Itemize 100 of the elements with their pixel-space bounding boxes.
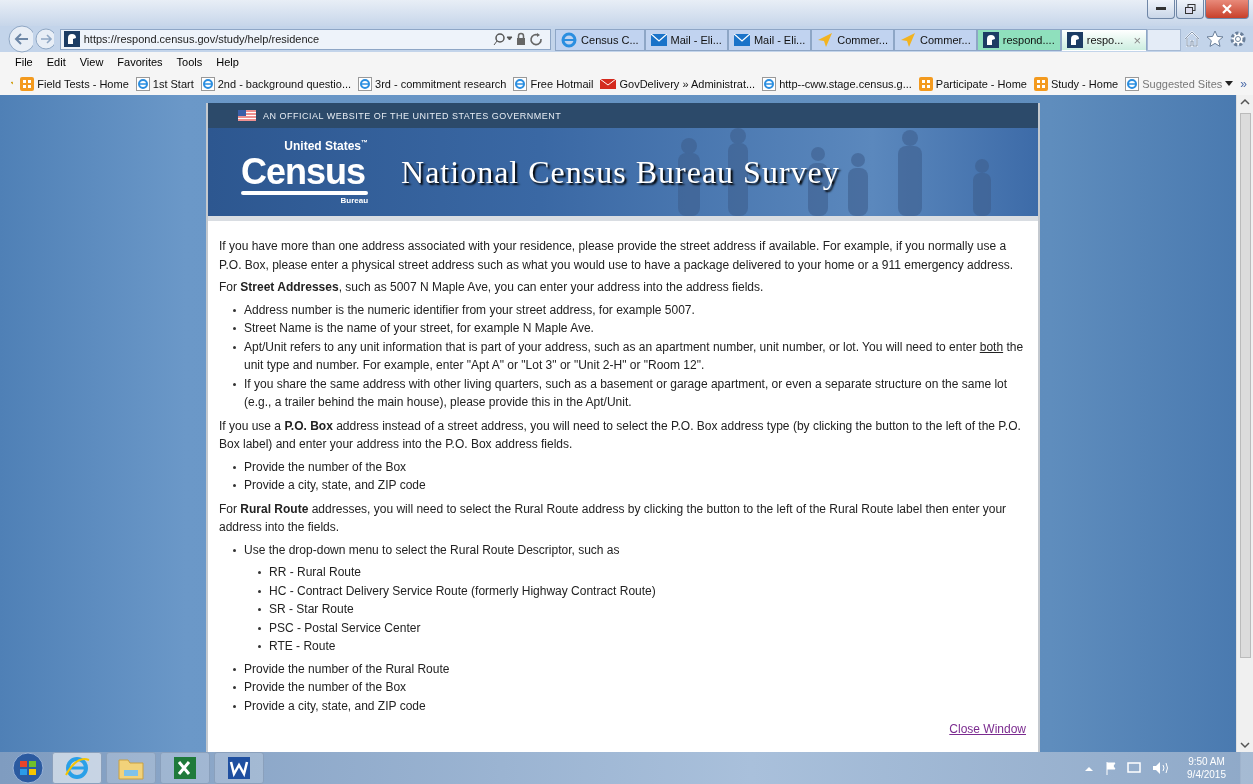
bullet-icon <box>233 667 236 671</box>
close-window-link[interactable]: Close Window <box>949 720 1026 739</box>
bullet-icon <box>233 327 236 330</box>
favorites-link[interactable]: Participate - Home <box>918 76 1027 91</box>
bullet-icon <box>258 608 261 611</box>
paragraph: If you have more than one address associated with your residence, please provide the street address if available. For example, if you normally use a P.O. Box, please enter a physical street address such as what you would use to have a package delivered to your home or a 911 emergency address. <box>219 238 1014 274</box>
close-button[interactable] <box>1205 0 1249 19</box>
bullet-icon <box>233 345 236 349</box>
page-e-icon <box>1125 76 1140 91</box>
page-e-icon <box>358 76 373 91</box>
address-tools-icon[interactable] <box>492 32 545 46</box>
bullet-icon <box>233 308 236 312</box>
browser-tab[interactable]: Commer... <box>894 29 977 51</box>
scrollbar[interactable] <box>1236 95 1253 752</box>
taskbar-document-button[interactable] <box>214 752 264 784</box>
site-icon <box>982 32 999 48</box>
grid-icon <box>20 76 35 91</box>
browser-tab[interactable]: Mail - Eli... <box>727 29 812 51</box>
list-item-text: RR - Rural Route <box>269 564 362 581</box>
minimize-icon <box>1156 7 1166 11</box>
list-item-text: If you share the same address with other living quarters, such as a basement or garage apartment, or even a separate structure on the same lot (e.g., a trailer behind the main house), please provide this in the Apt/Unit. <box>244 375 1009 411</box>
favorites-link[interactable]: Free Hotmail <box>513 76 594 91</box>
browser-tab[interactable]: respo... × <box>1060 29 1147 51</box>
taskbar-browser-button[interactable] <box>52 752 102 784</box>
bullet-icon <box>258 645 261 648</box>
restore-button[interactable] <box>1176 0 1204 19</box>
menu-item[interactable]: Edit <box>46 56 66 68</box>
favorites-link[interactable]: Field Tests - Home <box>20 76 129 91</box>
paragraph: If you use a P.O. Box address instead of a street address, you will need to select the P.O. Box address type (by clicking the button to the left of the P.O. Box label) and enter your address into the P.O. Box address fields. <box>219 417 1022 453</box>
list-item-text: Provide the number of the Rural Route <box>244 660 450 678</box>
bullet-icon <box>233 704 236 708</box>
page-title: National Census Bureau Survey <box>401 153 840 191</box>
arrow-icon <box>900 32 916 48</box>
scrollbar-thumb[interactable] <box>1239 113 1251 658</box>
dropdown-caret-icon <box>1225 81 1234 86</box>
list-item-text: Address number is the numeric identifier from your street address, for example 5007. <box>244 301 695 319</box>
forward-button[interactable] <box>34 28 54 50</box>
more-favorites-button[interactable]: » <box>1240 76 1253 91</box>
menu-item[interactable]: View <box>79 56 104 68</box>
list-item-text: SR - Star Route <box>269 601 354 618</box>
bullet-icon <box>233 548 236 552</box>
favorites-link[interactable]: 3rd - commitment research <box>358 76 507 91</box>
browser-tab[interactable]: respond.... <box>976 29 1061 51</box>
favorites-link[interactable]: Study - Home <box>1033 76 1119 91</box>
favorites-link[interactable]: 2nd - background questio... <box>200 76 352 91</box>
home-icon[interactable] <box>1183 30 1201 48</box>
list-item-text: Use the drop-down menu to select the Rural Route Descriptor, such as <box>244 541 620 559</box>
envelope-icon <box>650 34 667 46</box>
restore-icon <box>1184 4 1196 14</box>
menu-item[interactable]: File <box>15 56 33 68</box>
page-e-icon <box>200 76 215 91</box>
bullet-icon <box>233 686 236 689</box>
browser-tab[interactable]: Mail - Eli... <box>644 29 728 51</box>
favorites-link[interactable]: 1st Start <box>135 76 194 91</box>
envelope-icon <box>733 34 750 46</box>
minimize-button[interactable] <box>1147 0 1175 19</box>
globe-e-icon <box>64 755 90 781</box>
url-text: https://respond.census.gov/study/help/residence <box>83 33 321 45</box>
bullet-icon <box>258 626 261 630</box>
bullet-icon <box>233 382 236 386</box>
menu-item[interactable]: Help <box>216 56 239 68</box>
site-icon <box>63 31 80 47</box>
settings-icon[interactable] <box>1229 30 1247 48</box>
list-item-text: PSC - Postal Service Center <box>269 619 421 637</box>
favorites-link[interactable]: GovDelivery » Administrat... <box>600 76 756 91</box>
bullet-icon <box>258 589 261 593</box>
menu-item[interactable]: Tools <box>176 56 203 68</box>
list-item-text: Provide a city, state, and ZIP code <box>244 477 426 494</box>
favorites-link[interactable]: http--cww.stage.census.g... <box>762 76 912 91</box>
list-item-text: Street Name is the name of your street, for example N Maple Ave. <box>244 320 594 337</box>
bullet-icon <box>233 484 236 487</box>
document-w-icon <box>226 755 252 781</box>
list-item-text: Provide a city, state, and ZIP code <box>244 697 426 715</box>
page-e-icon <box>513 76 528 91</box>
paragraph: For Rural Route addresses, you will need to select the Rural Route address by clicking the button to the left of the Rural Route label then enter your address into the fields. <box>219 500 1008 536</box>
back-button[interactable] <box>8 25 33 53</box>
paragraph: For Street Addresses, such as 5007 N Maple Ave, you can enter your address into the address fields. <box>219 279 765 296</box>
envelope-icon <box>600 76 617 91</box>
browser-tab[interactable]: Commer... <box>811 29 894 51</box>
bullet-icon <box>233 465 236 469</box>
menu-item[interactable]: Favorites <box>117 56 163 68</box>
list-item-text: HC - Contract Delivery Service Route (formerly Highway Contract Route) <box>269 582 656 600</box>
grid-icon <box>918 76 933 91</box>
favorites-star-icon[interactable] <box>1206 30 1224 48</box>
banner-text: AN OFFICIAL WEBSITE OF THE UNITED STATES GOVERNMENT <box>263 110 562 121</box>
globe-e-icon <box>561 32 578 48</box>
list-item-text: Apt/Unit refers to any unit information that is part of your address, such as an apartment number, unit number, or lot. You will need to enter both the unit type and number. For example, enter "Apt A" or "Lot 3" or "Unit 2-H" or "Room 12". <box>244 338 1025 374</box>
list-item-text: Provide the number of the Box <box>244 679 407 696</box>
census-logo: United States$^{™}$ Census Bureau <box>240 137 370 207</box>
browser-tab[interactable]: Census C... <box>555 29 645 51</box>
address-bar[interactable]: https://respond.census.gov/study/help/residence <box>59 28 552 50</box>
spreadsheet-x-icon <box>172 755 198 781</box>
favorites-link[interactable]: Suggested Sites <box>1125 76 1234 91</box>
arrow-icon <box>817 32 834 48</box>
taskbar-spreadsheet-button[interactable] <box>160 752 210 784</box>
close-icon <box>1222 4 1232 14</box>
flag-icon <box>238 110 256 121</box>
site-icon <box>1066 32 1083 48</box>
folder-icon <box>118 756 144 780</box>
page-e-icon <box>762 76 777 91</box>
